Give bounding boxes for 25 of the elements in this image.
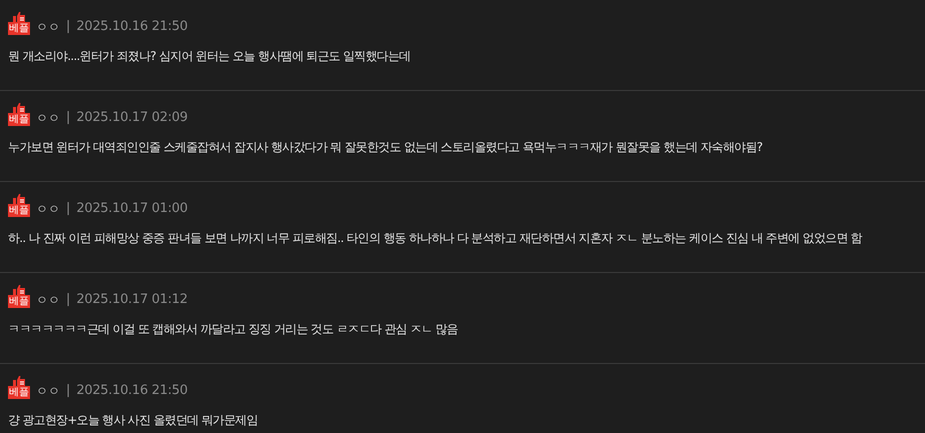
comment-date: 2025.10.17 01:00 [76, 201, 188, 217]
comment-text: 걍 광고현장+오늘 행사 사진 올렸던데 뭐가문제임 [8, 412, 258, 429]
comment-date: 2025.10.16 21:50 [76, 19, 188, 35]
best-badge: 베플 [8, 295, 30, 308]
best-badge: 베플 [8, 22, 30, 35]
comment-text: ㅋㅋㅋㅋㅋㅋㅋ근데 이걸 또 캡해와서 까달라고 징징 거리는 것도 ㄹㅈㄷ다 관심 ㅈㄴ 많음 [8, 321, 458, 338]
separator: | [66, 383, 70, 399]
author-name: ㅇㅇ [36, 201, 60, 217]
separator: | [66, 201, 70, 217]
comment-text: 누가보면 윈터가 대역죄인인줄 스케줄잡혀서 잡지사 행사갔다가 뭐 잘못한것도 없는데 스토리올렸다고 욕먹누ㅋㅋㅋ재가 뭔잘못을 했는데 자숙해야됨? [8, 139, 762, 156]
author-name: ㅇㅇ [36, 110, 60, 126]
author-name: ㅇㅇ [36, 292, 60, 308]
comment-date: 2025.10.17 01:12 [76, 292, 188, 308]
comment-text: 뭔 개소리야....윈터가 죄졌나? 심지어 윈터는 오늘 행사땜에 퇴근도 일찍했다는데 [8, 48, 410, 65]
comment-date: 2025.10.17 02:09 [76, 110, 188, 126]
comment-text: 하.. 나 진짜 이런 피해망상 중증 판녀들 보면 나까지 너무 피로해짐.. 타인의 행동 하나하나 다 분석하고 재단하면서 지혼자 ㅈㄴ 분노하는 케이스 진심 내 주변에 없었으면 함 [8, 230, 862, 247]
separator: | [66, 292, 70, 308]
separator: | [66, 110, 70, 126]
comment-date: 2025.10.16 21:50 [76, 383, 188, 399]
author-name: ㅇㅇ [36, 19, 60, 35]
best-badge: 베플 [8, 113, 30, 126]
separator: | [66, 19, 70, 35]
best-badge: 베플 [8, 204, 30, 217]
best-badge: 베플 [8, 386, 30, 399]
author-name: ㅇㅇ [36, 383, 60, 399]
